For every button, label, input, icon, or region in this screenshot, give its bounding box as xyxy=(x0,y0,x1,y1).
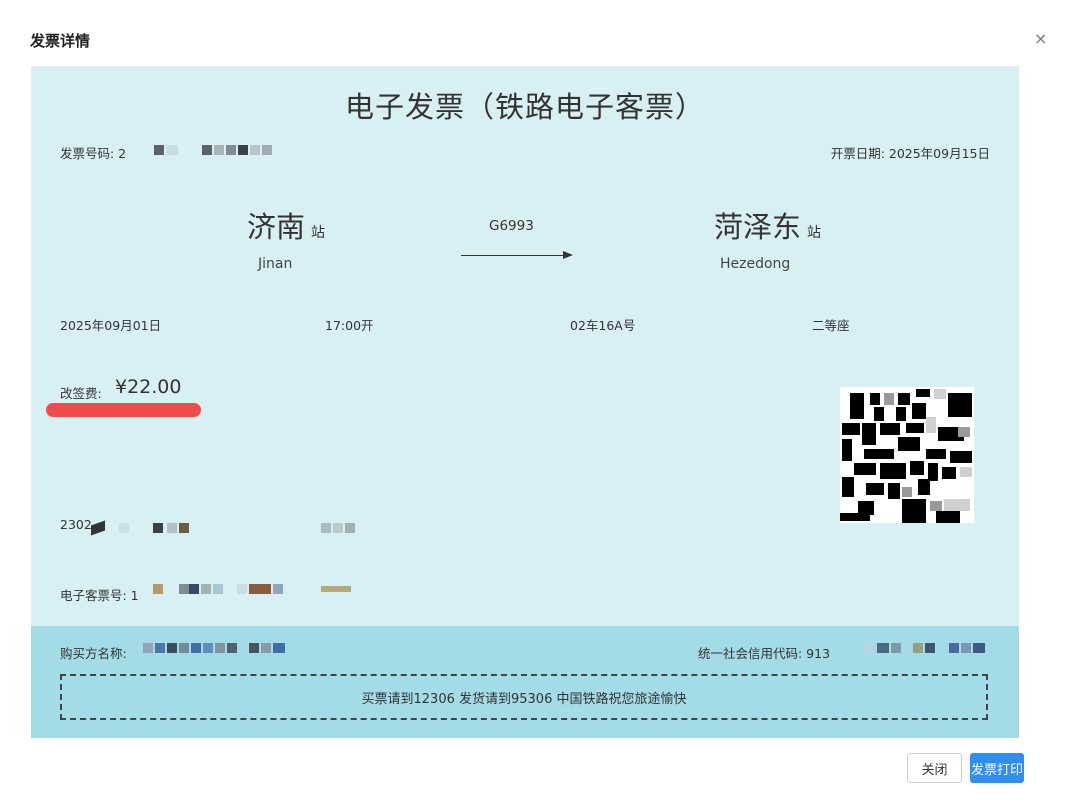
from-station: 济南站 xyxy=(247,204,325,246)
issue-date: 开票日期: 2025年09月15日 xyxy=(830,146,990,161)
invoice-title: 电子发票（铁路电子客票） xyxy=(344,90,705,124)
invoice-footer: 购买方名称: 统一社会信用代码: 913 买票请到12306 发货请到95306… xyxy=(31,626,1019,738)
close-button[interactable]: 关闭 xyxy=(907,753,962,783)
travel-notice: 买票请到12306 发货请到95306 中国铁路祝您旅途愉快 xyxy=(60,674,988,720)
invoice-detail-dialog: 发票详情 × 电子发票（铁路电子客票） 发票号码: 2 开票日期: 2025年0… xyxy=(0,0,1080,808)
from-station-pinyin: Jinan xyxy=(258,256,293,272)
credit-code-label: 统一社会信用代码: 913 xyxy=(698,646,831,661)
seat-number: 02车16A号 xyxy=(570,318,636,333)
to-station-name: 菏泽东 xyxy=(714,210,802,244)
from-station-suffix: 站 xyxy=(311,225,326,241)
train-number: G6993 xyxy=(489,218,534,234)
fee-label: 改签费: xyxy=(60,386,102,401)
to-station-suffix: 站 xyxy=(807,225,822,241)
to-station-pinyin: Hezedong xyxy=(720,256,791,272)
to-station: 菏泽东站 xyxy=(714,204,821,246)
invoice-number-label: 发票号码: 2 xyxy=(60,146,127,161)
invoice-number-redacted xyxy=(154,145,274,155)
passenger-id-redacted xyxy=(91,520,361,536)
qr-code xyxy=(840,387,974,523)
credit-code-redacted xyxy=(865,643,989,655)
arrow-right-icon xyxy=(563,251,573,259)
from-station-name: 济南 xyxy=(247,210,306,244)
buyer-name-redacted xyxy=(143,643,288,655)
highlight-mark xyxy=(46,403,201,417)
eticket-number-redacted xyxy=(153,584,353,596)
travel-date: 2025年09月01日 xyxy=(60,318,162,333)
depart-time: 17:00开 xyxy=(325,318,374,333)
close-icon[interactable]: × xyxy=(1034,29,1047,48)
fee-amount: ¥22.00 xyxy=(115,376,182,398)
buyer-name-label: 购买方名称: xyxy=(60,646,127,661)
seat-class: 二等座 xyxy=(812,318,850,333)
passenger-id-prefix: 2302 xyxy=(60,517,92,532)
eticket-number-label: 电子客票号: 1 xyxy=(60,588,139,603)
invoice-ticket: 电子发票（铁路电子客票） 发票号码: 2 开票日期: 2025年09月15日 济… xyxy=(31,66,1019,738)
direction-arrow-line xyxy=(461,255,569,256)
print-invoice-button[interactable]: 发票打印 xyxy=(970,753,1024,783)
dialog-title: 发票详情 xyxy=(30,32,91,50)
